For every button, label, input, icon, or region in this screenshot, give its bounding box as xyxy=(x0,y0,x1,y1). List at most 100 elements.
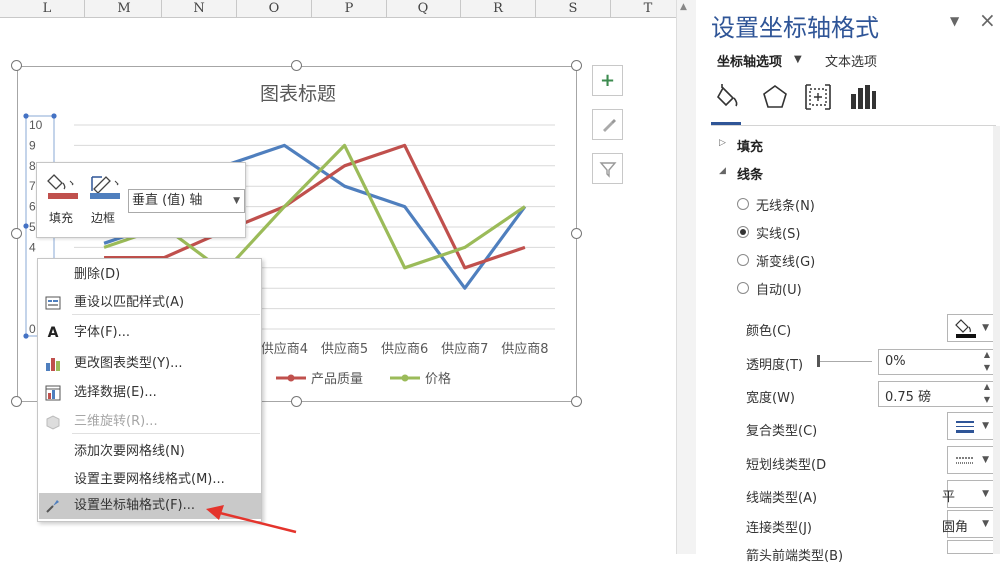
axis-selection-handle[interactable] xyxy=(23,333,29,339)
chart-styles-button[interactable] xyxy=(592,109,623,140)
scroll-up-icon[interactable]: ▲ xyxy=(680,2,687,12)
fill-tool[interactable] xyxy=(43,171,81,205)
effects-icon[interactable] xyxy=(760,82,790,112)
fill-line-icon[interactable] xyxy=(715,82,745,112)
transparency-input[interactable]: 0% ▲ ▼ xyxy=(878,349,994,375)
chart-element-select[interactable]: 垂直 (值) 轴 ▼ xyxy=(128,189,245,213)
context-menu-item-label: 设置主要网格线格式(M)... xyxy=(74,472,225,487)
chevron-down-icon: ▼ xyxy=(982,489,989,499)
context-menu-item[interactable]: 选择数据(E)... xyxy=(39,380,261,406)
format-axis-icon xyxy=(45,498,61,514)
x-axis-label: 供应商7 xyxy=(441,341,488,357)
transparency-slider-track[interactable] xyxy=(820,361,872,362)
pane-options-chevron-icon[interactable]: ▼ xyxy=(950,14,959,28)
context-menu-item[interactable]: 更改图表类型(Y)... xyxy=(39,351,261,377)
section-fill-label: 填充 xyxy=(737,140,764,155)
compound-type-button[interactable]: ▼ xyxy=(947,412,994,440)
join-type-value: 圆角 xyxy=(942,520,969,535)
dash-lines-icon xyxy=(956,457,974,464)
width-input[interactable]: 0.75 磅 ▲ ▼ xyxy=(878,381,994,407)
spin-up-icon[interactable]: ▲ xyxy=(984,382,990,391)
chevron-down-icon: ▼ xyxy=(982,323,989,333)
pane-divider xyxy=(711,125,996,126)
join-type-label: 连接类型(J) xyxy=(746,521,812,536)
radio-button[interactable] xyxy=(737,198,749,210)
cap-type-button[interactable]: 平 ▼ xyxy=(942,480,994,508)
arrow-begin-type-button[interactable] xyxy=(947,540,994,554)
radio-button[interactable] xyxy=(737,226,749,238)
chart-handle-bl[interactable] xyxy=(11,396,22,407)
column-header-s[interactable]: S xyxy=(536,0,611,18)
worksheet[interactable]: LMNOPQRST 图表标题 10 9 8 7 6 5 4 0 供应商4 供应商5 供应商6 供应商7… xyxy=(0,0,676,554)
context-menu-item-label: 设置坐标轴格式(F)... xyxy=(74,498,196,513)
chevron-down-icon: ▼ xyxy=(233,196,240,206)
context-menu-item[interactable]: 删除(D) xyxy=(39,262,261,288)
column-header-p[interactable]: P xyxy=(312,0,387,18)
tab-axis-options[interactable]: 坐标轴选项 xyxy=(717,51,782,70)
column-header-m[interactable]: M xyxy=(87,0,162,18)
menu-separator xyxy=(72,433,260,434)
context-menu-item-label: 删除(D) xyxy=(74,267,121,282)
axis-selection-handle[interactable] xyxy=(51,113,57,119)
radio-button[interactable] xyxy=(737,254,749,266)
context-menu-item-label: 选择数据(E)... xyxy=(74,385,157,400)
context-menu-item[interactable]: 重设以匹配样式(A) xyxy=(39,290,261,316)
radio-label: 渐变线(G) xyxy=(756,255,816,270)
select-data-icon xyxy=(45,385,61,401)
chevron-down-icon[interactable]: ▼ xyxy=(794,54,802,65)
y-tick-label: 0 xyxy=(29,322,36,336)
context-menu-item[interactable]: 三维旋转(R)... xyxy=(39,409,261,435)
chart-handle-top[interactable] xyxy=(291,60,302,71)
tab-text-options[interactable]: 文本选项 xyxy=(825,51,877,70)
column-header-l[interactable]: L xyxy=(10,0,85,18)
width-label: 宽度(W) xyxy=(746,391,795,406)
chart-handle-right[interactable] xyxy=(571,228,582,239)
column-header-o[interactable]: O xyxy=(237,0,312,18)
axis-selection-handle[interactable] xyxy=(23,223,29,229)
chart-handle-br[interactable] xyxy=(571,396,582,407)
border-label: 边框 xyxy=(91,211,116,225)
pane-close-icon[interactable]: × xyxy=(979,8,996,32)
context-menu-item[interactable]: 设置坐标轴格式(F)... xyxy=(39,493,261,519)
chart-elements-button[interactable]: + xyxy=(592,65,623,96)
section-line-label: 线条 xyxy=(737,168,764,183)
size-properties-icon[interactable] xyxy=(803,82,833,112)
caret-down-icon: ◢ xyxy=(719,166,726,176)
arrow-begin-type-label: 箭头前端类型(B) xyxy=(746,549,844,564)
chart-handle-tl[interactable] xyxy=(11,60,22,71)
spin-down-icon[interactable]: ▼ xyxy=(984,395,990,404)
sheet-vertical-scrollbar[interactable]: ▲ xyxy=(676,0,696,554)
join-type-button[interactable]: 圆角 ▼ xyxy=(942,510,994,538)
color-picker-button[interactable]: ▼ xyxy=(947,314,994,342)
radio-label: 实线(S) xyxy=(756,227,801,242)
color-label: 颜色(C) xyxy=(746,324,792,339)
column-header-t[interactable]: T xyxy=(611,0,676,18)
radio-label: 无线条(N) xyxy=(756,199,815,214)
context-menu-item-label: 重设以匹配样式(A) xyxy=(74,295,185,310)
spin-up-icon[interactable]: ▲ xyxy=(984,350,990,359)
y-tick-label: 9 xyxy=(29,138,36,152)
column-header-q[interactable]: Q xyxy=(386,0,461,18)
context-menu-item[interactable]: 设置主要网格线格式(M)... xyxy=(39,467,261,493)
chart-handle-tr[interactable] xyxy=(571,60,582,71)
pane-scrollbar[interactable] xyxy=(993,126,1000,554)
dash-type-button[interactable]: ▼ xyxy=(947,446,994,474)
context-menu-item[interactable]: 添加次要网格线(N) xyxy=(39,439,261,465)
context-menu-item[interactable]: A 字体(F)... xyxy=(39,320,261,346)
y-tick-label: 7 xyxy=(29,179,36,193)
compound-type-label: 复合类型(C) xyxy=(746,424,818,439)
chart-handle-bottom[interactable] xyxy=(291,396,302,407)
chevron-down-icon: ▼ xyxy=(982,421,989,431)
context-menu: 删除(D) 重设以匹配样式(A) A 字体(F)... 更改图表类型(Y)... 选择数据… xyxy=(37,258,262,522)
column-header-r[interactable]: R xyxy=(461,0,536,18)
x-axis-label: 供应商4 xyxy=(261,341,308,357)
spin-down-icon[interactable]: ▼ xyxy=(984,363,990,372)
chart-handle-left[interactable] xyxy=(11,228,22,239)
radio-button[interactable] xyxy=(737,282,749,294)
chart-filters-button[interactable] xyxy=(592,153,623,184)
border-tool[interactable] xyxy=(85,171,123,205)
column-header-n[interactable]: N xyxy=(162,0,237,18)
axis-options-icon[interactable] xyxy=(847,82,877,112)
axis-selection-handle[interactable] xyxy=(23,113,29,119)
legend-label: 产品质量 xyxy=(311,372,363,387)
